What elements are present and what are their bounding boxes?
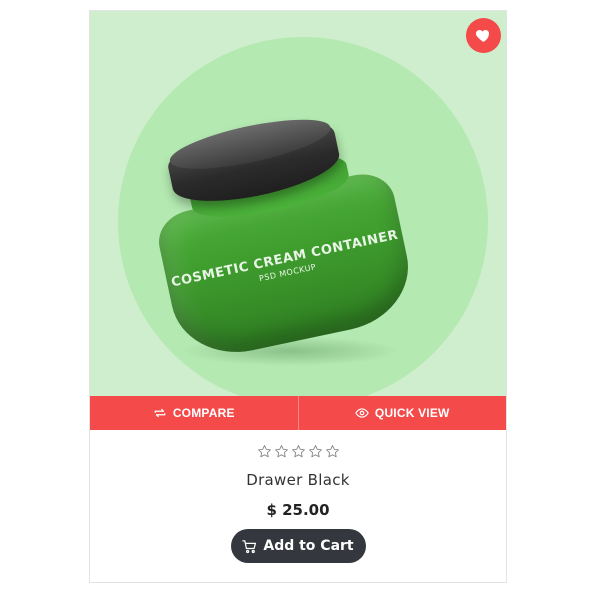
product-jar-illustration: COSMETIC CREAM CONTAINER PSD MOCKUP <box>150 108 420 366</box>
favorite-button[interactable] <box>466 18 501 53</box>
star-outline-icon <box>274 445 288 458</box>
star-outline-icon <box>325 445 339 458</box>
heart-icon <box>475 29 490 42</box>
eye-icon <box>355 408 369 418</box>
compare-arrows-icon <box>154 408 166 418</box>
product-image[interactable]: COSMETIC CREAM CONTAINER PSD MOCKUP <box>90 11 506 396</box>
add-to-cart-label: Add to Cart <box>263 538 354 554</box>
action-bar: COMPARE QUICK VIEW <box>90 396 506 430</box>
quick-view-label: QUICK VIEW <box>374 406 450 420</box>
star-outline-icon <box>308 445 322 458</box>
compare-label: COMPARE <box>172 406 235 420</box>
jar: COSMETIC CREAM CONTAINER PSD MOCKUP <box>139 98 431 375</box>
product-price: $ 25.00 <box>266 501 330 519</box>
quick-view-button[interactable]: QUICK VIEW <box>297 396 507 430</box>
rating-stars <box>90 444 506 459</box>
product-info: Drawer Black $ 25.00 Add to Cart <box>90 430 506 563</box>
add-to-cart-button[interactable]: Add to Cart <box>230 529 366 563</box>
product-title[interactable]: Drawer Black <box>90 471 506 489</box>
star-outline-icon <box>257 445 271 458</box>
compare-button[interactable]: COMPARE <box>90 396 298 430</box>
star-outline-icon <box>291 445 305 458</box>
cart-icon <box>242 539 257 553</box>
product-card: COSMETIC CREAM CONTAINER PSD MOCKUP COMP… <box>89 10 507 583</box>
